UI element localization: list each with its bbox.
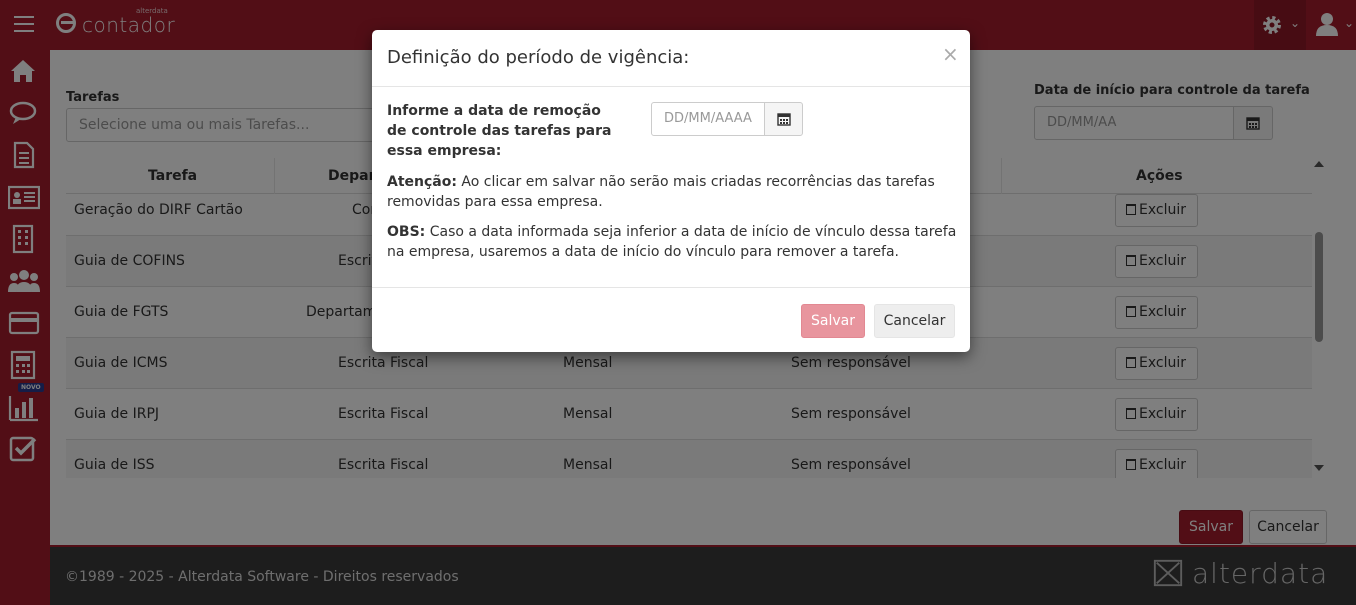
modal-save-button[interactable]: Salvar [801,304,865,338]
attention-label: Atenção: [387,174,457,190]
attention-text: Ao clicar em salvar não serão mais criad… [387,174,935,210]
removal-date-label: Informe a data de remoção de controle da… [387,103,612,159]
modal-footer: Salvar Cancelar [372,287,970,352]
obs-message: OBS: Caso a data informada seja inferior… [387,222,957,262]
validity-period-dialog: Definição do período de vigência: × Info… [372,30,970,352]
modal-title: Definição do período de vigência: [387,47,690,68]
obs-label: OBS: [387,224,426,240]
modal-cancel-button[interactable]: Cancelar [874,304,955,338]
calendar-icon [777,113,791,126]
obs-text: Caso a data informada seja inferior a da… [387,224,957,260]
close-icon[interactable]: × [942,42,959,66]
attention-message: Atenção: Ao clicar em salvar não serão m… [387,172,957,212]
removal-date-input[interactable]: DD/MM/AAAA [651,102,765,136]
removal-date-calendar-button[interactable] [764,102,803,136]
modal-body: Informe a data de remoção de controle da… [372,87,970,287]
modal-header: Definição do período de vigência: × [372,30,970,87]
